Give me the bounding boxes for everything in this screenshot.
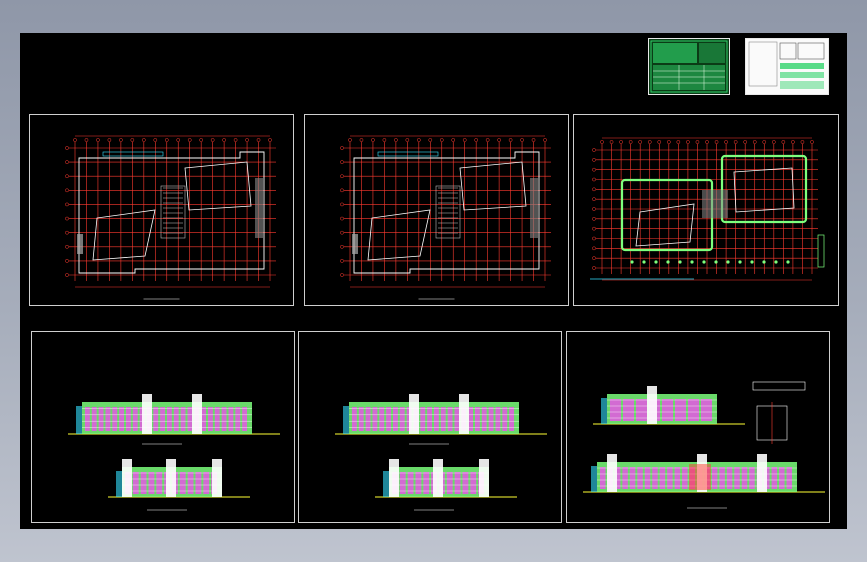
sheet-elevation-2[interactable] — [298, 331, 562, 523]
drawing-canvas[interactable] — [20, 33, 847, 529]
s1-drawing — [65, 135, 276, 300]
title-block-white-drawing — [748, 41, 825, 89]
title-block-white[interactable] — [745, 38, 829, 95]
sheet-floor-plan-2[interactable] — [304, 114, 569, 306]
s3-drawing — [590, 137, 825, 281]
s2-drawing — [340, 135, 551, 300]
s4-drawing — [68, 394, 280, 511]
sheet-site-plan[interactable] — [573, 114, 839, 306]
sheet-elevation-1[interactable] — [31, 331, 295, 523]
s6-drawing — [583, 381, 825, 509]
sheet-floor-plan-1[interactable] — [29, 114, 294, 306]
sheet-sections[interactable] — [566, 331, 830, 523]
title-block-green-drawing — [650, 40, 728, 93]
title-block-green[interactable] — [648, 38, 730, 95]
s5-drawing — [335, 394, 547, 511]
